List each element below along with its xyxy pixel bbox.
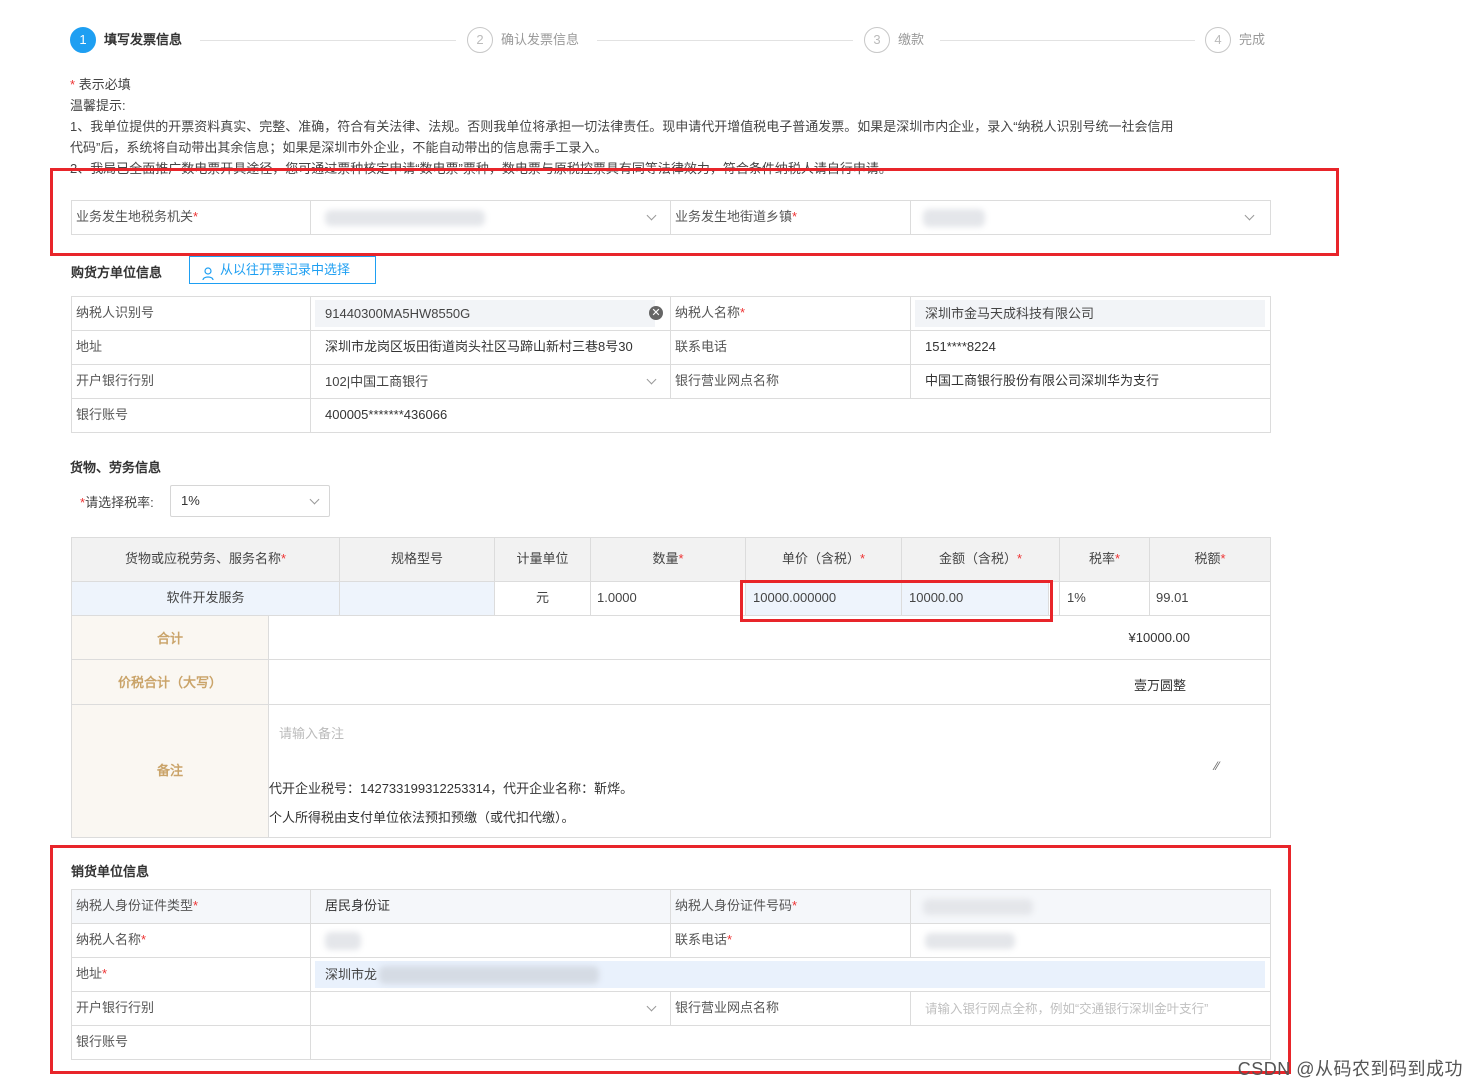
step-1-number: 1 — [70, 27, 96, 53]
remark-line-2: 个人所得税由支付单位依法预扣预缴（或代扣代缴）。 — [269, 810, 575, 825]
tax-rate-value: 1% — [181, 493, 200, 508]
tax-rate-select[interactable]: 1% — [170, 485, 330, 517]
tips-line-1: 1、我单位提供的开票资料真实、完整、准确，符合有关法律、法规。否则我单位将承担一… — [70, 119, 1174, 134]
step-2-number: 2 — [467, 27, 493, 53]
highlight-box-location — [50, 168, 1339, 256]
header-amount-text: 金额（含税） — [938, 551, 1017, 566]
step-4-number: 4 — [1205, 27, 1231, 53]
header-quantity: 数量* — [590, 537, 746, 582]
header-tax-rate-text: 税率 — [1088, 551, 1115, 566]
step-connector — [597, 40, 853, 41]
history-records-button-label: 从以往开票记录中选择 — [220, 262, 351, 277]
header-goods-name: 货物或应税劳务、服务名称* — [71, 537, 340, 582]
goods-name-cell[interactable]: 软件开发服务 — [71, 581, 340, 616]
buyer-bank-select[interactable]: 102|中国工商银行 — [310, 364, 671, 399]
buyer-taxpayer-name-value: 深圳市金马天成科技有限公司 — [925, 306, 1095, 321]
tips-title: 温馨提示: — [70, 98, 126, 113]
header-quantity-text: 数量 — [652, 551, 679, 566]
buyer-bank-value: 102|中国工商银行 — [325, 374, 429, 389]
step-1-label: 填写发票信息 — [104, 32, 183, 47]
buyer-account-input[interactable]: 400005*******436066 — [310, 398, 1271, 433]
required-note: * 表示必填 — [70, 74, 131, 95]
buyer-phone-input[interactable]: 151****8224 — [910, 330, 1271, 365]
remark-label: 备注 — [71, 704, 269, 838]
remark-line-1: 代开企业税号：142733199312253314，代开企业名称：靳烨。 — [269, 781, 634, 796]
required-mark: * — [70, 77, 76, 92]
buyer-taxpayer-id-value: 91440300MA5HW8550G — [325, 306, 471, 321]
history-records-button[interactable]: 从以往开票记录中选择 — [189, 256, 376, 284]
resize-handle-icon[interactable]: ⁄⁄ — [1215, 759, 1219, 773]
header-unit-price: 单价（含税）* — [745, 537, 902, 582]
tax-rate-label: *请选择税率: — [80, 495, 154, 510]
header-tax: 税额* — [1149, 537, 1271, 582]
chevron-down-icon — [309, 494, 320, 505]
remark-placeholder: 请输入备注 — [279, 726, 345, 741]
goods-spec-cell[interactable] — [339, 581, 495, 616]
highlight-box-price — [740, 580, 1053, 622]
chevron-down-icon — [646, 374, 657, 385]
buyer-branch-input[interactable]: 中国工商银行股份有限公司深圳华为支行 — [910, 364, 1271, 399]
header-spec: 规格型号 — [339, 537, 495, 582]
header-goods-name-text: 货物或应税劳务、服务名称 — [124, 551, 281, 566]
remark-cell: 请输入备注 ⁄⁄ 代开企业税号：142733199312253314，代开企业名… — [268, 704, 1271, 838]
buyer-taxpayer-id-cell: 91440300MA5HW8550G ✕ — [310, 296, 671, 331]
buyer-taxpayer-name-label: 纳税人名称* — [670, 296, 911, 331]
user-icon — [202, 264, 214, 280]
goods-quantity-cell[interactable]: 1.0000 — [590, 581, 746, 616]
highlight-box-seller — [50, 845, 1291, 1074]
total-value: ¥10000.00 — [1128, 630, 1190, 645]
header-unit: 计量单位 — [494, 537, 591, 582]
buyer-address-input[interactable]: 深圳市龙岗区坂田街道岗头社区马蹄山新村三巷8号30 — [310, 330, 671, 365]
buyer-account-label: 银行账号 — [71, 398, 311, 433]
clear-icon[interactable]: ✕ — [649, 306, 663, 320]
step-3-label: 缴款 — [898, 32, 925, 47]
goods-tax-rate-cell: 1% — [1059, 581, 1150, 616]
total-caps-value-cell: 壹万圆整 — [268, 659, 1271, 705]
buyer-taxpayer-id-label: 纳税人识别号 — [71, 296, 311, 331]
step-connector — [940, 40, 1195, 41]
total-label: 合计 — [71, 615, 269, 660]
buyer-taxpayer-name-label-text: 纳税人名称 — [675, 305, 741, 320]
header-amount: 金额（含税）* — [901, 537, 1060, 582]
goods-section-title: 货物、劳务信息 — [70, 460, 162, 475]
buyer-phone-label: 联系电话 — [670, 330, 911, 365]
buyer-taxpayer-name-cell: 深圳市金马天成科技有限公司 — [910, 296, 1271, 331]
goods-tax-cell: 99.01 — [1149, 581, 1271, 616]
tax-rate-label-text: 请选择税率: — [85, 495, 154, 510]
step-3-number: 3 — [864, 27, 890, 53]
goods-unit-cell[interactable]: 元 — [494, 581, 591, 616]
watermark: CSDN @从码农到码到成功 — [1237, 1059, 1463, 1079]
remark-textarea[interactable]: 请输入备注 ⁄⁄ — [269, 705, 1239, 779]
header-tax-text: 税额 — [1194, 551, 1221, 566]
step-connector — [200, 40, 456, 41]
step-2-label: 确认发票信息 — [501, 32, 580, 47]
required-note-text: 表示必填 — [78, 77, 131, 92]
buyer-branch-label: 银行营业网点名称 — [670, 364, 911, 399]
buyer-section-title: 购货方单位信息 — [71, 265, 163, 280]
buyer-bank-label: 开户银行行别 — [71, 364, 311, 399]
header-unit-price-text: 单价（含税） — [781, 551, 860, 566]
step-4-label: 完成 — [1239, 32, 1266, 47]
buyer-address-label: 地址 — [71, 330, 311, 365]
tips-line-2: 代码”后，系统将自动带出其余信息；如果是深圳市外企业，不能自动带出的信息需手工录… — [70, 140, 608, 155]
total-caps-label: 价税合计（大写） — [71, 659, 269, 705]
total-caps-value: 壹万圆整 — [1133, 678, 1186, 693]
header-tax-rate: 税率* — [1059, 537, 1150, 582]
